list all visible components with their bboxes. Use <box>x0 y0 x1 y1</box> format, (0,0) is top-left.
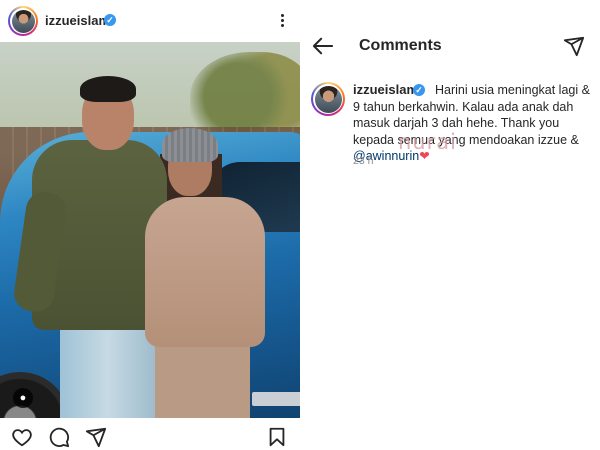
comments-title: Comments <box>359 37 442 54</box>
share-icon[interactable] <box>85 426 107 448</box>
like-icon[interactable] <box>11 426 33 448</box>
verified-badge-icon: ✓ <box>104 14 116 26</box>
post-actions-bar <box>0 418 300 450</box>
save-icon[interactable] <box>266 426 288 448</box>
comments-header: Comments <box>300 26 600 66</box>
comment-timestamp: 23 h <box>353 155 374 167</box>
verified-badge-icon: ✓ <box>413 84 425 96</box>
comment-icon[interactable] <box>48 426 70 448</box>
post-header: izzueislam ✓ <box>0 0 300 42</box>
more-options-icon[interactable] <box>276 12 288 30</box>
post-photo[interactable]: ● <box>0 42 300 418</box>
watermark-text: nurai <box>398 130 457 154</box>
post-author-avatar[interactable] <box>8 6 38 36</box>
tagged-people-icon[interactable]: ● <box>13 388 33 408</box>
comments-panel: Comments Harini usia meningkat lagi & 9 … <box>300 0 600 450</box>
back-arrow-icon[interactable] <box>312 36 334 56</box>
comment-author-avatar[interactable] <box>311 82 345 116</box>
post-author-username[interactable]: izzueislam <box>45 13 110 28</box>
post-panel: izzueislam ✓ ● <box>0 0 300 450</box>
direct-message-icon[interactable] <box>563 35 585 57</box>
comment-author-username[interactable]: izzueislam <box>353 82 418 97</box>
